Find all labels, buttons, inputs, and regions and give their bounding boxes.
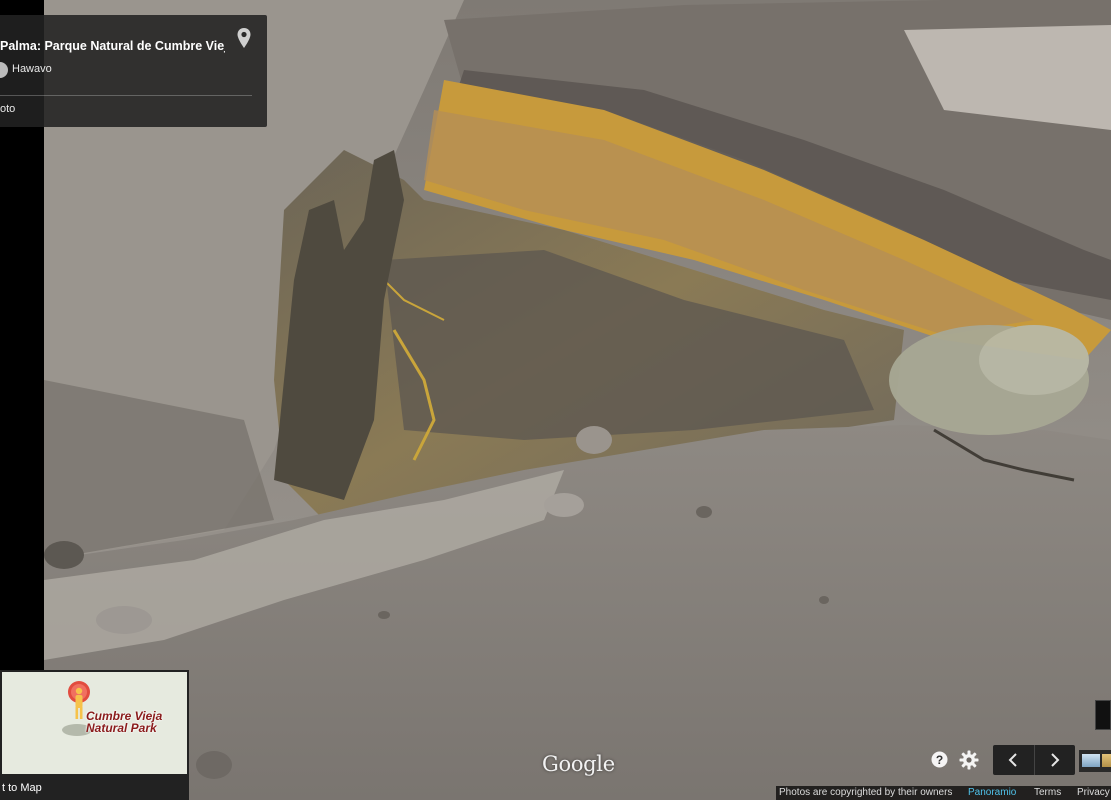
- map-bar: t to Map: [2, 774, 187, 798]
- svg-text:?: ?: [936, 753, 943, 767]
- map-place-text: Cumbre Vieja Natural Park: [86, 709, 163, 735]
- footer: Photos are copyrighted by their owners P…: [776, 786, 1111, 800]
- author-avatar[interactable]: [0, 62, 8, 78]
- gear-icon[interactable]: [959, 750, 979, 770]
- thumbnail[interactable]: [1102, 754, 1111, 767]
- photo-thumbnails[interactable]: [1079, 750, 1111, 772]
- panoramio-link[interactable]: Panoramio: [968, 787, 1016, 798]
- location-pin-icon[interactable]: [236, 27, 252, 49]
- chevron-right-icon: [1051, 753, 1060, 767]
- photo-nav: [993, 745, 1075, 775]
- next-photo-button[interactable]: [1033, 745, 1076, 775]
- photo-info-card: Palma: Parque Natural de Cumbre Vieja Ha…: [0, 15, 267, 127]
- copyright-text: Photos are copyrighted by their owners: [779, 787, 953, 798]
- terms-link[interactable]: Terms: [1034, 787, 1061, 798]
- author-name[interactable]: Hawavo: [12, 63, 52, 75]
- google-logo: Google: [542, 752, 615, 776]
- side-panel-toggle[interactable]: [1095, 700, 1111, 730]
- thumbnail[interactable]: [1082, 754, 1100, 767]
- photo-link[interactable]: oto: [0, 103, 15, 115]
- help-icon[interactable]: ?: [931, 751, 948, 768]
- back-to-map-link[interactable]: t to Map: [2, 782, 42, 794]
- privacy-link[interactable]: Privacy: [1077, 787, 1110, 798]
- minimap[interactable]: Cumbre Vieja Natural Park t to Map: [0, 670, 189, 800]
- photo-title[interactable]: Palma: Parque Natural de Cumbre Vieja: [0, 39, 225, 53]
- map-place-label: Cumbre Vieja Natural Park: [86, 710, 166, 734]
- info-divider: [0, 95, 252, 96]
- prev-photo-button[interactable]: [993, 745, 1034, 775]
- chevron-left-icon: [1008, 753, 1017, 767]
